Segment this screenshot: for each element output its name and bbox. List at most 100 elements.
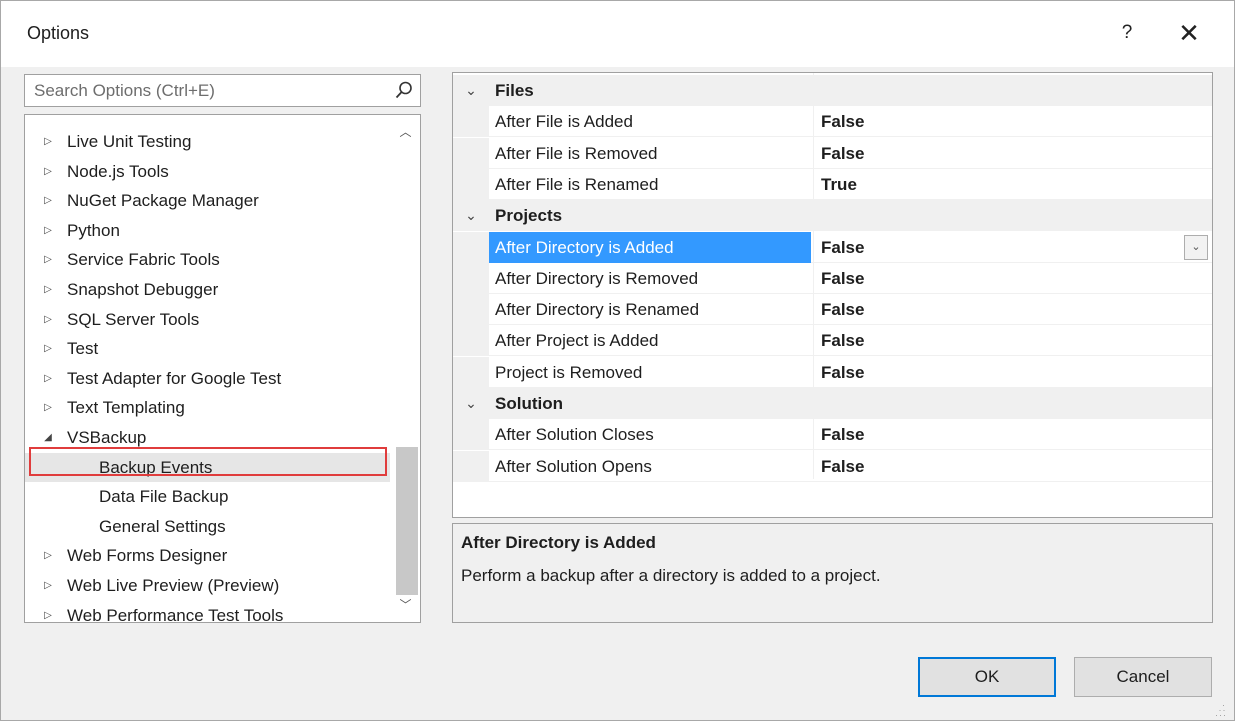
tree-item[interactable]: ▷ Test bbox=[25, 334, 390, 363]
property-row[interactable]: After Project is Added False bbox=[453, 325, 1212, 357]
resize-grip-icon[interactable]: · ·· ··· bbox=[1215, 701, 1229, 720]
property-row[interactable]: After Solution Opens False bbox=[453, 450, 1212, 482]
chevron-down-icon[interactable]: ⌄ bbox=[461, 75, 481, 106]
category-row[interactable]: ⌄ Files bbox=[453, 75, 1212, 106]
title-bar: Options ? ✕ bbox=[1, 1, 1234, 67]
property-row[interactable]: Project is Removed False bbox=[453, 356, 1212, 388]
category-label: Files bbox=[495, 81, 534, 100]
ok-button[interactable]: OK bbox=[918, 657, 1056, 697]
property-value[interactable]: True bbox=[821, 169, 857, 200]
row-gutter bbox=[453, 137, 489, 169]
property-row[interactable]: After Directory is Added False ⌄ bbox=[453, 231, 1212, 263]
collapsed-arrow-icon[interactable]: ▷ bbox=[41, 186, 55, 215]
property-value[interactable]: False bbox=[821, 263, 864, 294]
search-icon[interactable] bbox=[394, 80, 414, 100]
property-row[interactable]: After File is Added False bbox=[453, 106, 1212, 138]
tree-item-label: Text Templating bbox=[67, 398, 185, 418]
collapsed-arrow-icon[interactable]: ▷ bbox=[41, 157, 55, 186]
category-row[interactable]: ⌄ Projects bbox=[453, 200, 1212, 232]
collapsed-arrow-icon[interactable]: ▷ bbox=[41, 127, 55, 156]
category-row[interactable]: ⌄ Solution bbox=[453, 388, 1212, 419]
row-gutter bbox=[453, 106, 489, 138]
tree-item[interactable]: ▷ Web Forms Designer bbox=[25, 541, 390, 570]
tree-item[interactable]: Backup Events bbox=[25, 452, 390, 482]
scroll-up-icon[interactable]: ︿ bbox=[391, 121, 420, 143]
tree-item-label: Data File Backup bbox=[99, 487, 229, 507]
tree-item-label: Backup Events bbox=[99, 457, 213, 477]
collapsed-arrow-icon[interactable]: ▷ bbox=[41, 245, 55, 274]
category-label: Solution bbox=[495, 394, 563, 413]
property-name[interactable]: Project is Removed bbox=[489, 357, 811, 388]
collapsed-arrow-icon[interactable]: ▷ bbox=[41, 393, 55, 422]
tree-item[interactable]: ▷ Text Templating bbox=[25, 393, 390, 422]
help-button[interactable]: ? bbox=[1109, 15, 1145, 51]
collapsed-arrow-icon[interactable]: ▷ bbox=[41, 571, 55, 600]
property-row[interactable]: After Directory is Renamed False bbox=[453, 294, 1212, 326]
property-name[interactable]: After Solution Opens bbox=[489, 451, 811, 482]
property-value[interactable]: False bbox=[821, 419, 864, 450]
tree-item[interactable]: ▷ Node.js Tools bbox=[25, 157, 390, 186]
property-value[interactable]: False bbox=[821, 106, 864, 137]
property-value[interactable]: False bbox=[821, 294, 864, 325]
options-tree: ︿ ﹀ ▷ Live Unit Testing ▷ Node.js Tools ▷ NuG… bbox=[24, 114, 421, 623]
dropdown-chevron-icon[interactable]: ⌄ bbox=[1184, 234, 1208, 260]
tree-item-label: Web Performance Test Tools bbox=[67, 605, 284, 623]
collapsed-arrow-icon[interactable]: ▷ bbox=[41, 305, 55, 334]
tree-item-label: NuGet Package Manager bbox=[67, 191, 259, 211]
collapsed-arrow-icon[interactable]: ▷ bbox=[41, 541, 55, 570]
collapsed-arrow-icon[interactable]: ▷ bbox=[41, 275, 55, 304]
close-button[interactable]: ✕ bbox=[1169, 15, 1209, 51]
property-value[interactable]: False bbox=[821, 451, 864, 482]
property-name[interactable]: After File is Removed bbox=[489, 138, 811, 169]
tree-item[interactable]: ▷ SQL Server Tools bbox=[25, 305, 390, 334]
description-title: After Directory is Added bbox=[461, 533, 656, 552]
row-gutter bbox=[453, 325, 489, 357]
options-dialog: Options ? ✕ ︿ ﹀ ▷ Live Unit Testing ▷ Node.… bbox=[0, 0, 1235, 721]
tree-item[interactable]: ▷ Python bbox=[25, 216, 390, 245]
tree-item-label: Test Adapter for Google Test bbox=[67, 368, 282, 388]
collapsed-arrow-icon[interactable]: ▷ bbox=[41, 216, 55, 245]
tree-item-label: Node.js Tools bbox=[67, 161, 169, 181]
cancel-button[interactable]: Cancel bbox=[1074, 657, 1212, 697]
property-row[interactable]: After File is Removed False bbox=[453, 137, 1212, 169]
tree-item[interactable]: ▷ Snapshot Debugger bbox=[25, 275, 390, 304]
tree-item[interactable]: ▷ Web Performance Test Tools bbox=[25, 601, 390, 623]
tree-item[interactable]: Data File Backup bbox=[25, 482, 390, 511]
tree-scrollbar[interactable]: ︿ ﹀ bbox=[391, 115, 420, 622]
search-input[interactable] bbox=[25, 75, 385, 106]
property-name[interactable]: After Directory is Added bbox=[489, 231, 811, 263]
property-row[interactable]: After File is Renamed True bbox=[453, 168, 1212, 200]
tree-item[interactable]: ▷ NuGet Package Manager bbox=[25, 186, 390, 215]
property-value[interactable]: False bbox=[821, 325, 864, 356]
property-name[interactable]: After Directory is Removed bbox=[489, 263, 811, 294]
expanded-arrow-icon[interactable]: ◢ bbox=[41, 423, 55, 452]
tree-item-label: Web Forms Designer bbox=[67, 546, 228, 566]
collapsed-arrow-icon[interactable]: ▷ bbox=[41, 601, 55, 622]
tree-item[interactable]: ▷ Test Adapter for Google Test bbox=[25, 364, 390, 393]
property-name[interactable]: After File is Renamed bbox=[489, 169, 811, 200]
property-row[interactable]: After Solution Closes False bbox=[453, 419, 1212, 451]
property-value[interactable]: False bbox=[821, 138, 864, 169]
collapsed-arrow-icon[interactable]: ▷ bbox=[41, 364, 55, 393]
property-name[interactable]: After Project is Added bbox=[489, 325, 811, 356]
collapsed-arrow-icon[interactable]: ▷ bbox=[41, 334, 55, 363]
property-row[interactable]: After Directory is Removed False bbox=[453, 262, 1212, 294]
tree-item[interactable]: ▷ Service Fabric Tools bbox=[25, 245, 390, 274]
tree-item-label: Test bbox=[67, 339, 99, 359]
tree-item[interactable]: ▷ Live Unit Testing bbox=[25, 127, 390, 156]
scroll-down-icon[interactable]: ﹀ bbox=[391, 594, 420, 616]
tree-item-label: Snapshot Debugger bbox=[67, 280, 219, 299]
property-name[interactable]: After Solution Closes bbox=[489, 419, 811, 450]
tree-item[interactable]: General Settings bbox=[25, 512, 390, 541]
tree-item[interactable]: ▷ Web Live Preview (Preview) bbox=[25, 571, 390, 600]
tree-item-label: Web Live Preview (Preview) bbox=[67, 576, 280, 595]
row-gutter bbox=[453, 262, 489, 294]
tree-item[interactable]: ◢ VSBackup bbox=[25, 423, 390, 452]
property-name[interactable]: After File is Added bbox=[489, 106, 811, 137]
property-value[interactable]: False bbox=[821, 232, 864, 263]
chevron-down-icon[interactable]: ⌄ bbox=[461, 388, 481, 419]
property-name[interactable]: After Directory is Renamed bbox=[489, 294, 811, 325]
scrollbar-thumb[interactable] bbox=[396, 447, 418, 595]
property-value[interactable]: False bbox=[821, 357, 864, 388]
chevron-down-icon[interactable]: ⌄ bbox=[461, 200, 481, 231]
